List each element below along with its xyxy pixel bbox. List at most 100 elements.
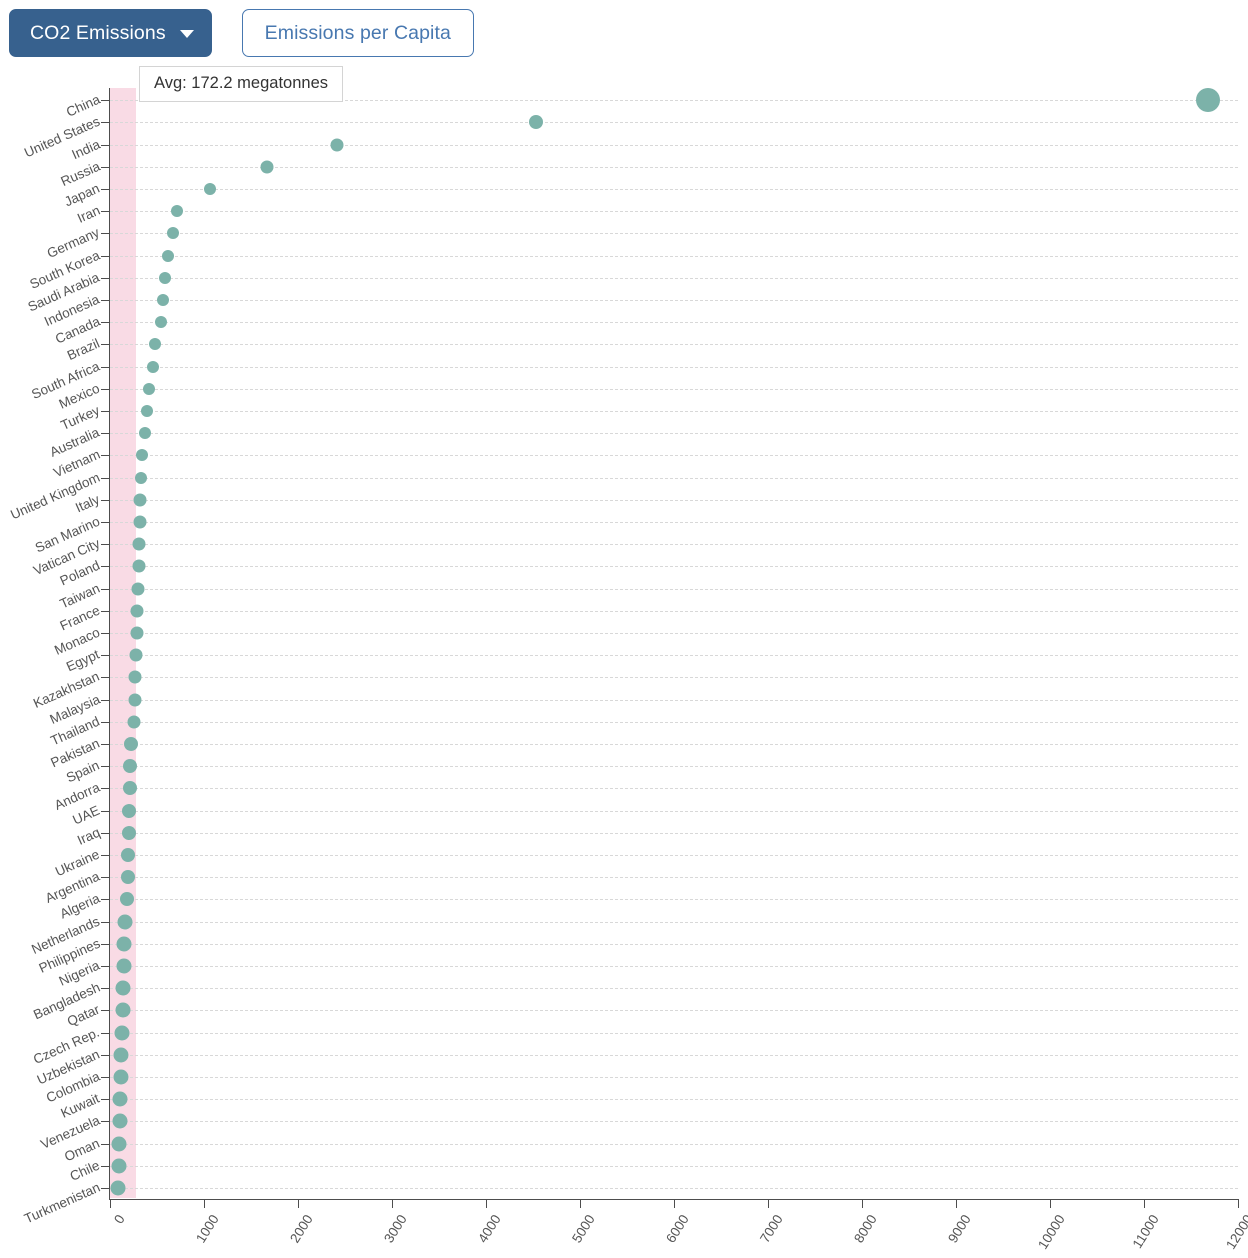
data-point[interactable]	[162, 249, 175, 262]
data-point[interactable]	[149, 338, 162, 351]
data-point[interactable]	[111, 1136, 127, 1152]
data-point[interactable]	[136, 449, 149, 462]
data-point[interactable]	[120, 870, 135, 885]
y-axis-tick	[101, 1121, 109, 1123]
gridline	[110, 522, 1238, 523]
y-axis-tick	[101, 855, 109, 856]
co2-emissions-bubble-chart: China United States India Russia Japan Iran Ge…	[0, 0, 1248, 1258]
data-point[interactable]	[130, 604, 144, 618]
data-point[interactable]	[113, 1069, 129, 1085]
data-point[interactable]	[155, 316, 168, 329]
data-point[interactable]	[121, 825, 136, 840]
gridline	[110, 233, 1238, 235]
gridline	[110, 899, 1238, 901]
data-point[interactable]	[132, 559, 146, 573]
data-point[interactable]	[204, 183, 217, 195]
y-axis-tick	[101, 388, 109, 390]
gridline	[110, 433, 1238, 435]
data-point[interactable]	[121, 848, 136, 862]
data-point[interactable]	[116, 936, 132, 952]
data-point[interactable]	[1195, 88, 1220, 113]
data-point[interactable]	[166, 227, 179, 240]
x-axis-label: 11000	[1129, 1212, 1162, 1251]
x-axis-label: 8000	[851, 1212, 880, 1246]
gridline	[110, 388, 1238, 390]
data-point[interactable]	[143, 382, 156, 395]
x-axis-label: 9000	[945, 1212, 974, 1246]
x-axis-tick	[298, 1199, 299, 1208]
data-point[interactable]	[139, 427, 152, 440]
data-point[interactable]	[127, 715, 141, 729]
gridline	[110, 455, 1238, 457]
x-axis-label: 3000	[381, 1212, 410, 1246]
y-axis-tick	[101, 255, 109, 257]
data-point[interactable]	[133, 515, 147, 529]
data-point[interactable]	[132, 537, 146, 551]
y-axis-tick	[101, 344, 109, 346]
data-point[interactable]	[140, 405, 153, 417]
y-axis-tick	[101, 943, 109, 945]
gridline	[110, 855, 1238, 856]
x-axis-tick	[204, 1199, 205, 1208]
data-point[interactable]	[135, 471, 148, 484]
x-axis-label: 10000	[1035, 1212, 1068, 1252]
y-axis-label: Turkmenistan	[21, 1179, 103, 1227]
y-axis-tick	[101, 566, 109, 568]
data-point[interactable]	[115, 980, 131, 996]
data-point[interactable]	[123, 737, 138, 751]
data-point[interactable]	[159, 271, 172, 284]
y-axis-tick	[101, 966, 109, 967]
y-axis-tick	[101, 189, 109, 190]
gridline	[110, 255, 1238, 257]
data-point[interactable]	[111, 1158, 127, 1174]
gridline	[110, 122, 1238, 124]
data-point[interactable]	[120, 892, 135, 907]
gridline	[110, 322, 1238, 324]
gridline	[110, 189, 1238, 190]
y-axis-tick	[101, 1099, 109, 1101]
y-axis-tick	[101, 455, 109, 457]
data-point[interactable]	[260, 160, 274, 174]
data-point[interactable]	[115, 1002, 131, 1018]
average-annotation: Avg: 172.2 megatonnes	[139, 66, 343, 102]
data-point[interactable]	[147, 360, 160, 373]
average-annotation-text: Avg: 172.2 megatonnes	[154, 74, 328, 92]
data-point[interactable]	[131, 582, 145, 596]
y-axis-tick	[101, 411, 109, 412]
data-point[interactable]	[123, 759, 138, 774]
data-point[interactable]	[171, 205, 184, 218]
data-point[interactable]	[128, 693, 142, 707]
data-point[interactable]	[122, 781, 137, 796]
gridline	[110, 677, 1238, 679]
data-point[interactable]	[122, 803, 137, 818]
data-point[interactable]	[113, 1047, 129, 1063]
data-point[interactable]	[116, 958, 132, 974]
data-point[interactable]	[117, 914, 133, 930]
data-point[interactable]	[128, 670, 142, 684]
data-point[interactable]	[330, 138, 344, 152]
y-axis-tick	[101, 655, 109, 657]
data-point[interactable]	[157, 294, 170, 306]
x-axis-label: 2000	[287, 1212, 316, 1246]
data-point[interactable]	[110, 1180, 126, 1196]
data-point[interactable]	[112, 1113, 128, 1129]
y-axis-tick	[101, 988, 109, 990]
data-point[interactable]	[529, 115, 544, 130]
y-axis-tick	[101, 144, 109, 146]
data-point[interactable]	[133, 493, 147, 507]
x-axis-tick	[862, 1199, 863, 1208]
data-point[interactable]	[112, 1091, 128, 1107]
y-axis-tick	[101, 744, 109, 745]
gridline	[110, 744, 1238, 745]
y-axis-tick	[101, 1143, 109, 1145]
gridline	[110, 1010, 1238, 1012]
y-axis-tick	[101, 766, 109, 768]
x-axis-tick	[486, 1199, 487, 1208]
data-point[interactable]	[129, 648, 143, 662]
gridline	[110, 943, 1238, 945]
data-point[interactable]	[130, 626, 144, 640]
gridline	[110, 300, 1238, 301]
x-axis-tick	[1144, 1199, 1145, 1208]
gridline	[110, 166, 1238, 168]
data-point[interactable]	[114, 1025, 130, 1041]
